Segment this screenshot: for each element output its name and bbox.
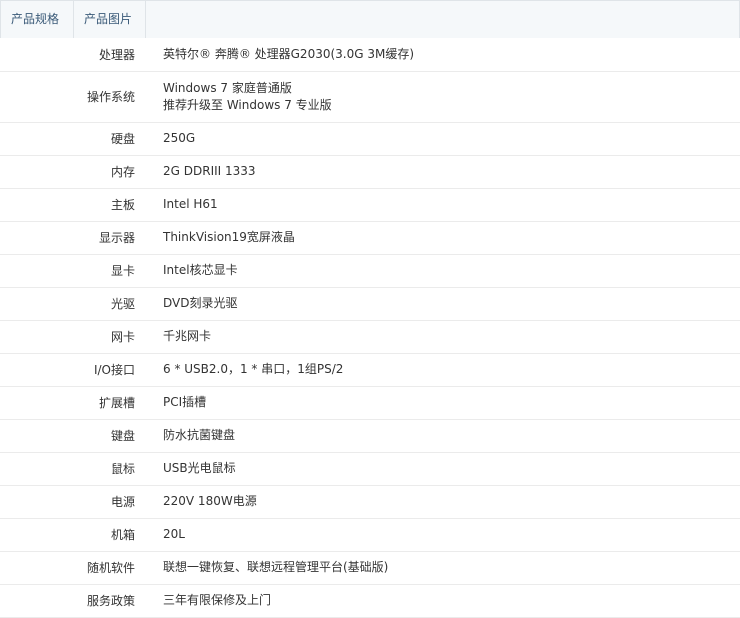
tab-bar: 产品规格 产品图片 (0, 0, 740, 38)
spec-row-optical: 光驱 DVD刻录光驱 (0, 287, 740, 321)
spec-label: 电源 (0, 485, 135, 519)
spec-value-line: 推荐升级至 Windows 7 专业版 (163, 97, 332, 112)
spec-label: 服务政策 (0, 584, 135, 618)
spec-value: 千兆网卡 (163, 320, 740, 354)
spec-value: DVD刻录光驱 (163, 287, 740, 321)
spec-row-motherboard: 主板 Intel H61 (0, 188, 740, 222)
spec-row-disk: 硬盘 250G (0, 122, 740, 156)
spec-value: USB光电鼠标 (163, 452, 740, 486)
tab-bar-filler (146, 1, 739, 38)
spec-value: PCI插槽 (163, 386, 740, 420)
spec-row-display: 显示器 ThinkVision19宽屏液晶 (0, 221, 740, 255)
spec-row-service: 服务政策 三年有限保修及上门 (0, 584, 740, 618)
spec-row-memory: 内存 2G DDRIII 1333 (0, 155, 740, 189)
spec-row-power: 电源 220V 180W电源 (0, 485, 740, 519)
spec-value: 2G DDRIII 1333 (163, 155, 740, 189)
tab-specs[interactable]: 产品规格 (1, 1, 74, 38)
spec-value: Intel核芯显卡 (163, 254, 740, 288)
spec-value: 英特尔® 奔腾® 处理器G2030(3.0G 3M缓存) (163, 38, 740, 72)
spec-label: 显示器 (0, 221, 135, 255)
spec-value: Windows 7 家庭普通版 推荐升级至 Windows 7 专业版 (163, 71, 740, 123)
spec-row-network: 网卡 千兆网卡 (0, 320, 740, 354)
spec-label: 扩展槽 (0, 386, 135, 420)
spec-value: 防水抗菌键盘 (163, 419, 740, 453)
spec-row-cpu: 处理器 英特尔® 奔腾® 处理器G2030(3.0G 3M缓存) (0, 38, 740, 72)
spec-label: 硬盘 (0, 122, 135, 156)
spec-row-io: I/O接口 6 * USB2.0，1 * 串口，1组PS/2 (0, 353, 740, 387)
spec-label: 操作系统 (0, 71, 135, 123)
spec-value: 6 * USB2.0，1 * 串口，1组PS/2 (163, 353, 740, 387)
spec-label: 主板 (0, 188, 135, 222)
spec-value: 220V 180W电源 (163, 485, 740, 519)
spec-row-graphics: 显卡 Intel核芯显卡 (0, 254, 740, 288)
spec-value: 联想一键恢复、联想远程管理平台(基础版) (163, 551, 740, 585)
spec-value: 20L (163, 518, 740, 552)
spec-value: Intel H61 (163, 188, 740, 222)
spec-row-expansion: 扩展槽 PCI插槽 (0, 386, 740, 420)
spec-value: ThinkVision19宽屏液晶 (163, 221, 740, 255)
spec-value: 三年有限保修及上门 (163, 584, 740, 618)
spec-label: 键盘 (0, 419, 135, 453)
spec-label: 网卡 (0, 320, 135, 354)
spec-label: 内存 (0, 155, 135, 189)
spec-value-line: Windows 7 家庭普通版 (163, 80, 292, 95)
spec-row-chassis: 机箱 20L (0, 518, 740, 552)
spec-label: I/O接口 (0, 353, 135, 387)
spec-row-software: 随机软件 联想一键恢复、联想远程管理平台(基础版) (0, 551, 740, 585)
spec-label: 机箱 (0, 518, 135, 552)
spec-table: 处理器 英特尔® 奔腾® 处理器G2030(3.0G 3M缓存) 操作系统 Wi… (0, 38, 740, 618)
spec-label: 鼠标 (0, 452, 135, 486)
spec-label: 随机软件 (0, 551, 135, 585)
spec-value: 250G (163, 122, 740, 156)
spec-row-os: 操作系统 Windows 7 家庭普通版 推荐升级至 Windows 7 专业版 (0, 71, 740, 123)
spec-row-keyboard: 键盘 防水抗菌键盘 (0, 419, 740, 453)
spec-row-mouse: 鼠标 USB光电鼠标 (0, 452, 740, 486)
spec-label: 光驱 (0, 287, 135, 321)
spec-label: 处理器 (0, 38, 135, 72)
tab-images[interactable]: 产品图片 (74, 1, 146, 38)
spec-label: 显卡 (0, 254, 135, 288)
